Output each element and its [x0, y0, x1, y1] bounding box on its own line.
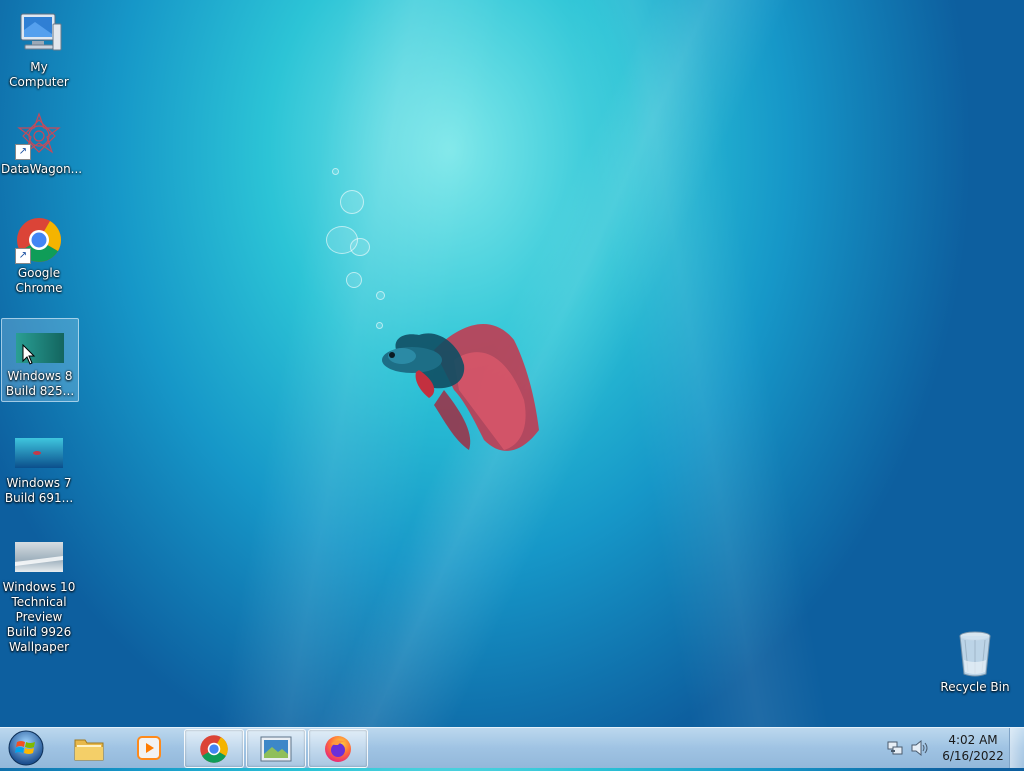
shortcut-arrow-icon: ↗	[15, 248, 31, 264]
bubble	[346, 272, 362, 288]
taskbar-button-photo-viewer[interactable]	[246, 729, 306, 768]
chrome-icon	[200, 734, 228, 763]
computer-icon	[20, 13, 62, 51]
mouse-cursor-icon	[22, 344, 36, 365]
desktop-icon-label: Windows 8 Build 825...	[5, 369, 75, 398]
desktop-icon-windows-7-build[interactable]: Windows 7 Build 691...	[1, 434, 77, 506]
image-file-icon	[15, 438, 63, 468]
desktop-icon-label: DataWagon...	[1, 162, 83, 176]
desktop-icon-windows-8-build[interactable]: Windows 8 Build 825...	[1, 318, 79, 402]
bubble	[376, 291, 385, 300]
image-file-icon	[15, 542, 63, 572]
clock-time: 4:02 AM	[948, 733, 998, 747]
desktop-icon-datawagon[interactable]: ↗ DataWagon...	[1, 112, 83, 177]
media-player-icon	[137, 735, 161, 760]
desktop-icon-label: My Computer	[9, 60, 69, 89]
taskbar-button-media-player[interactable]	[120, 729, 178, 766]
bubble	[350, 238, 370, 256]
network-icon[interactable]	[886, 739, 904, 757]
desktop-icon-my-computer[interactable]: My Computer	[1, 10, 77, 90]
taskbar-button-explorer[interactable]	[60, 729, 118, 766]
bubble	[332, 168, 339, 175]
desktop-icon-windows-10-wallpaper[interactable]: Windows 10 Technical Preview Build 9926 …	[1, 538, 77, 655]
betta-fish-wallpaper	[382, 323, 539, 451]
shortcut-arrow-icon: ↗	[15, 144, 31, 160]
firefox-icon	[325, 735, 351, 762]
taskbar: 4:02 AM 6/16/2022	[0, 727, 1024, 768]
clock-date: 6/16/2022	[942, 749, 1004, 763]
windows-orb-icon	[8, 730, 44, 766]
photo-viewer-icon	[260, 736, 292, 761]
taskbar-button-chrome[interactable]	[184, 729, 244, 768]
show-desktop-button[interactable]	[1009, 728, 1024, 768]
taskbar-clock[interactable]: 4:02 AM 6/16/2022	[938, 732, 1008, 764]
volume-icon[interactable]	[910, 739, 930, 757]
bubble	[340, 190, 364, 214]
recycle-bin-icon	[959, 631, 991, 677]
taskbar-button-firefox[interactable]	[308, 729, 368, 768]
system-tray: 4:02 AM 6/16/2022	[886, 728, 1008, 768]
desktop-icon-label: Windows 7 Build 691...	[4, 476, 74, 505]
desktop-icon-label: Google Chrome	[15, 266, 63, 295]
desktop-icon-label: Recycle Bin	[940, 680, 1010, 694]
desktop-icon-google-chrome[interactable]: ↗ Google Chrome	[1, 216, 77, 296]
desktop-icon-recycle-bin[interactable]: Recycle Bin	[937, 630, 1013, 695]
start-button[interactable]	[6, 729, 46, 767]
folder-icon	[74, 739, 104, 760]
desktop-icon-label: Windows 10 Technical Preview Build 9926 …	[2, 580, 76, 654]
